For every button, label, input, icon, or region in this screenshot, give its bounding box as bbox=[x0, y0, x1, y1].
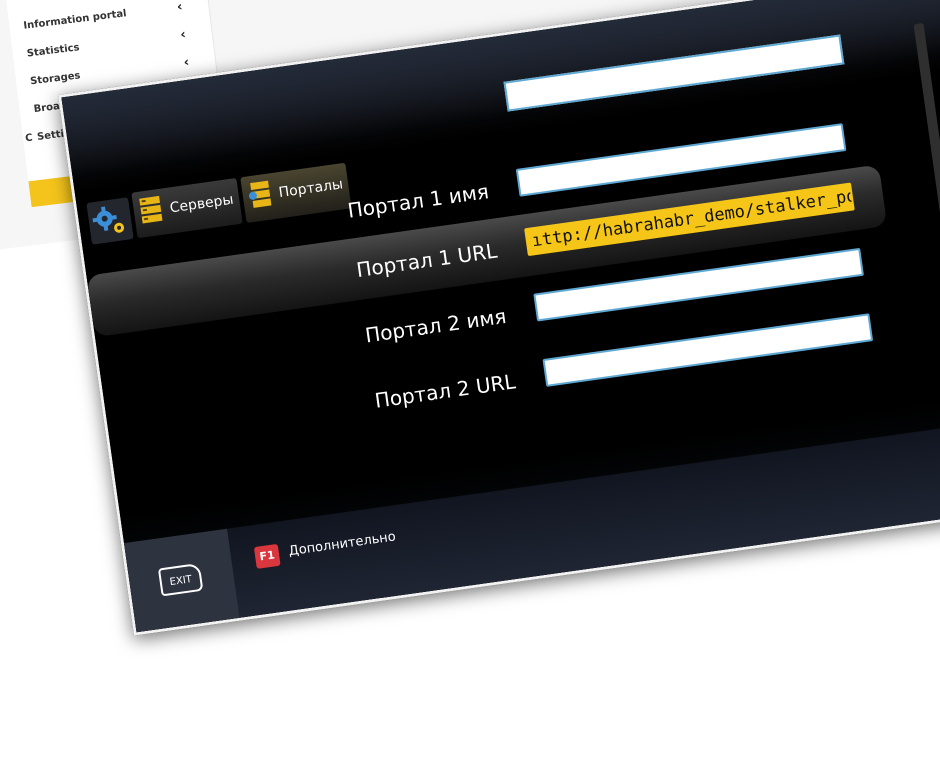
tv-settings-screen: Серверы Порталы Портал 1 имя Портал 1 UR… bbox=[58, 0, 940, 636]
portal-1-url-label: Портал 1 URL bbox=[354, 238, 499, 283]
screen: Information portal ‹ Statistics ‹ Storag… bbox=[0, 0, 940, 769]
portal-2-url-label: Портал 2 URL bbox=[373, 369, 517, 413]
chevron-left-icon: ‹ bbox=[179, 27, 187, 43]
tv-screen-content: Серверы Порталы Портал 1 имя Портал 1 UR… bbox=[61, 0, 940, 633]
footer-bar: EXIT F1 Дополнительно bbox=[124, 417, 940, 633]
vertical-scrollbar[interactable] bbox=[913, 22, 940, 381]
portal-2-name-label: Портал 2 имя bbox=[363, 303, 508, 348]
f1-action-label: Дополнительно bbox=[287, 529, 397, 560]
settings-prefix-icon: C bbox=[24, 132, 34, 145]
exit-key-icon: EXIT bbox=[157, 562, 204, 597]
portal-1-name-label: Портал 1 имя bbox=[346, 179, 491, 223]
chevron-left-icon: ‹ bbox=[182, 54, 191, 71]
exit-button[interactable]: EXIT bbox=[124, 528, 240, 633]
chevron-left-icon: ‹ bbox=[176, 0, 184, 15]
f1-key-icon[interactable]: F1 bbox=[253, 543, 281, 569]
